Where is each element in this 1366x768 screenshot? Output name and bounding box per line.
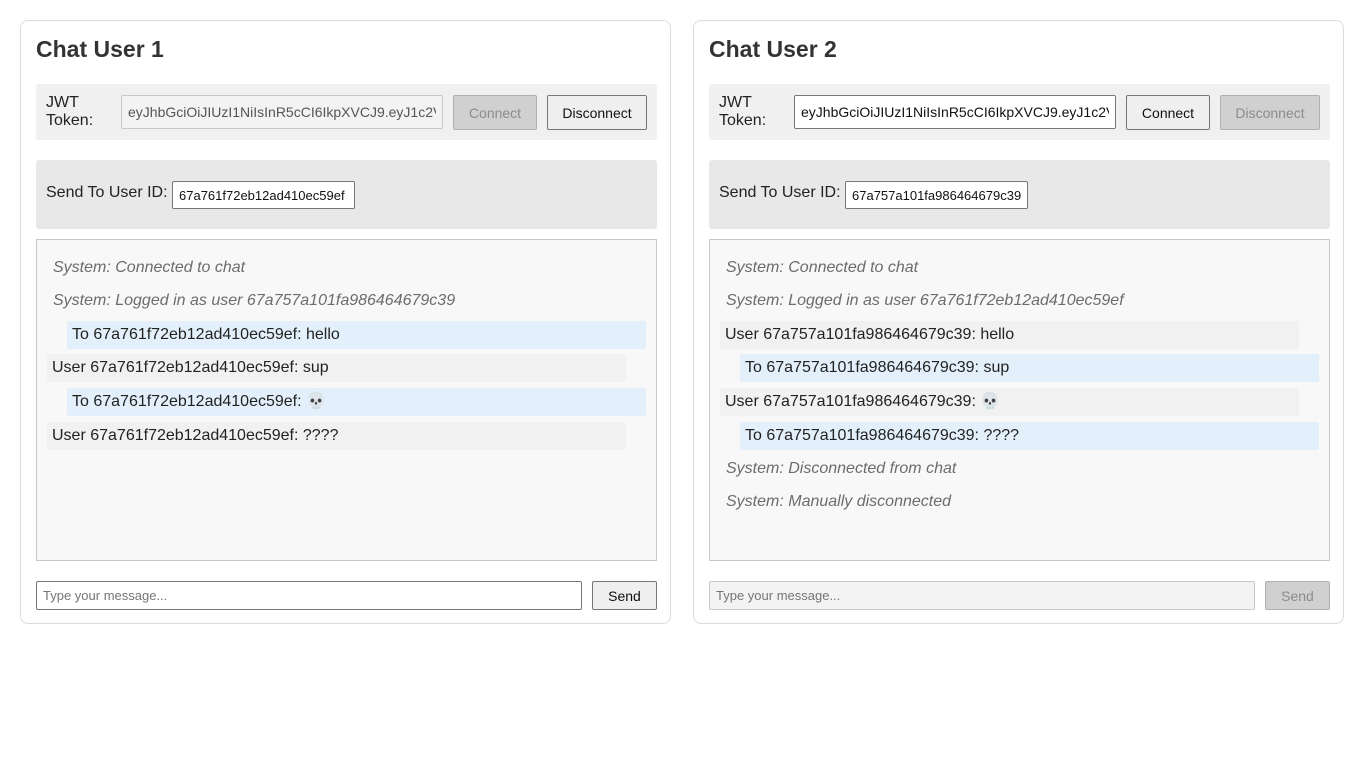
chat-panel-user-1: Chat User 1 JWT Token: Connect Disconnec… <box>20 20 671 624</box>
chat-panel-user-2: Chat User 2 JWT Token: Connect Disconnec… <box>693 20 1344 624</box>
connect-button[interactable]: Connect <box>453 95 537 130</box>
system-message: System: Connected to chat <box>726 259 919 276</box>
jwt-token-label: JWT Token: <box>46 94 94 129</box>
system-message: System: Disconnected from chat <box>726 460 957 477</box>
panel-title: Chat User 2 <box>709 36 837 62</box>
recipient-label: Send To User ID: <box>719 184 841 201</box>
recipient-label: Send To User ID: <box>46 184 168 201</box>
system-message: System: Connected to chat <box>53 259 246 276</box>
send-button[interactable]: Send <box>592 581 657 610</box>
recipient-id-input[interactable] <box>172 181 355 209</box>
message-input[interactable] <box>36 581 582 610</box>
received-message: User 67a757a101fa986464679c39: 💀 <box>720 388 1299 416</box>
token-row: JWT Token: Connect Disconnect <box>36 84 657 140</box>
recipient-row: Send To User ID: <box>36 160 657 229</box>
jwt-token-label: JWT Token: <box>719 94 767 129</box>
message-list[interactable]: System: Connected to chat System: Logged… <box>36 239 657 561</box>
received-message: User 67a761f72eb12ad410ec59ef: sup <box>47 354 626 382</box>
received-message: User 67a757a101fa986464679c39: hello <box>720 321 1299 349</box>
recipient-row: Send To User ID: <box>709 160 1330 229</box>
jwt-token-input[interactable] <box>794 95 1116 129</box>
message-list[interactable]: System: Connected to chat System: Logged… <box>709 239 1330 561</box>
system-message: System: Logged in as user 67a761f72eb12a… <box>726 292 1124 309</box>
sent-message: To 67a761f72eb12ad410ec59ef: hello <box>67 321 646 349</box>
recipient-id-input[interactable] <box>845 181 1028 209</box>
sent-message: To 67a761f72eb12ad410ec59ef: 💀 <box>67 388 646 416</box>
received-message: User 67a761f72eb12ad410ec59ef: ???? <box>47 422 626 450</box>
connect-button[interactable]: Connect <box>1126 95 1210 130</box>
jwt-token-input[interactable] <box>121 95 443 129</box>
disconnect-button[interactable]: Disconnect <box>1220 95 1320 130</box>
panel-title: Chat User 1 <box>36 36 164 62</box>
disconnect-button[interactable]: Disconnect <box>547 95 647 130</box>
sent-message: To 67a757a101fa986464679c39: ???? <box>740 422 1319 450</box>
sent-message: To 67a757a101fa986464679c39: sup <box>740 354 1319 382</box>
send-button[interactable]: Send <box>1265 581 1330 610</box>
system-message: System: Logged in as user 67a757a101fa98… <box>53 292 456 309</box>
token-row: JWT Token: Connect Disconnect <box>709 84 1330 140</box>
system-message: System: Manually disconnected <box>726 493 951 510</box>
message-input[interactable] <box>709 581 1255 610</box>
